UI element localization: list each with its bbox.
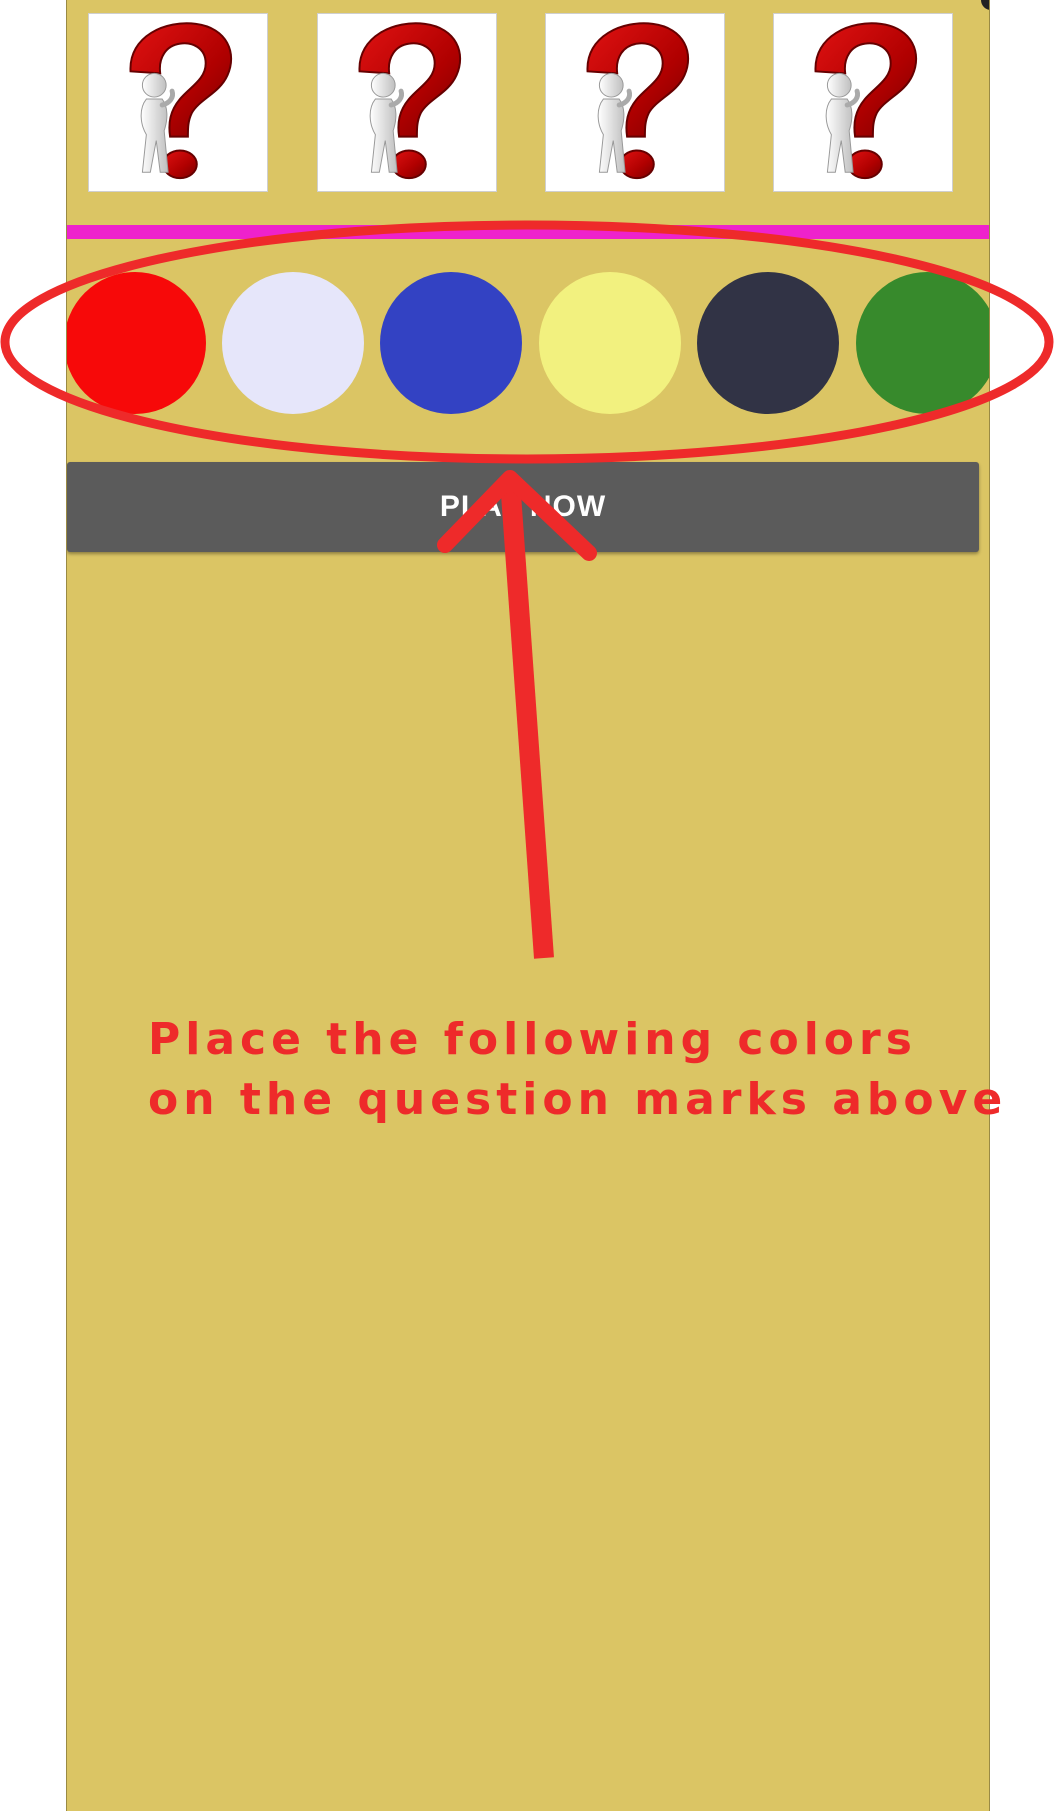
- question-mark-figure-icon: [586, 22, 689, 180]
- answer-slot-4[interactable]: [773, 13, 953, 192]
- color-palette: [67, 272, 989, 414]
- game-screen: PLAY NOW: [66, 0, 990, 1811]
- answer-slots: [88, 13, 968, 193]
- answer-slot-1[interactable]: [88, 13, 268, 192]
- divider-bar: [67, 225, 989, 239]
- instruction-line-2: on the question marks above: [148, 1074, 1008, 1125]
- play-now-button[interactable]: PLAY NOW: [67, 462, 979, 552]
- screenshot-stage: PLAY NOW Place the following colors on t…: [0, 0, 1057, 1811]
- color-swatch-light-yellow[interactable]: [539, 272, 681, 414]
- color-swatch-green[interactable]: [856, 272, 989, 414]
- question-mark-figure-icon: [814, 22, 917, 180]
- color-swatch-blue[interactable]: [380, 272, 522, 414]
- color-swatch-dark-navy[interactable]: [697, 272, 839, 414]
- instruction-line-1: Place the following colors: [148, 1014, 917, 1065]
- color-swatch-red[interactable]: [67, 272, 206, 414]
- color-swatch-lavender[interactable]: [222, 272, 364, 414]
- question-mark-figure-icon: [358, 22, 461, 180]
- answer-slot-3[interactable]: [545, 13, 725, 192]
- question-mark-figure-icon: [129, 22, 232, 180]
- instruction-annotation: Place the following colors on the questi…: [148, 1010, 1028, 1130]
- answer-slot-2[interactable]: [317, 13, 497, 192]
- corner-mark: [981, 0, 989, 10]
